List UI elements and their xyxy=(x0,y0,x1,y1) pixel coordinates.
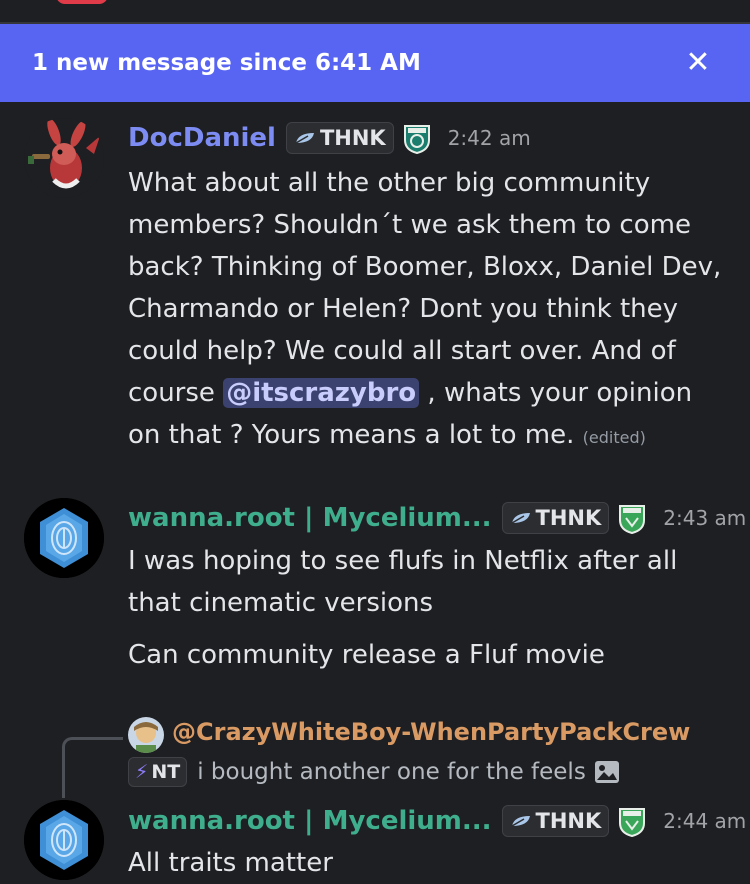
image-icon xyxy=(594,761,619,783)
message-text: What about all the other big community m… xyxy=(128,168,722,408)
leaf-icon xyxy=(511,816,530,827)
guild-tag[interactable]: THNK xyxy=(501,805,610,837)
shield-badge-icon[interactable] xyxy=(617,805,647,837)
reply-preview[interactable]: ⚡ NT i bought another one for the feels xyxy=(128,757,620,787)
message-body: I was hoping to see flufs in Netflix aft… xyxy=(128,546,678,618)
timestamp: 2:42 am xyxy=(447,126,531,150)
message-header: wanna.root | Mycelium... THNK 2:44 am xyxy=(128,805,746,837)
message-body: What about all the other big community m… xyxy=(128,162,728,459)
avatar[interactable] xyxy=(24,118,104,198)
reply-avatar[interactable] xyxy=(128,717,164,753)
new-messages-banner[interactable]: 1 new message since 6:41 AM ✕ xyxy=(0,24,750,102)
close-icon[interactable]: ✕ xyxy=(678,48,718,78)
guild-tag-label: THNK xyxy=(535,809,602,833)
avatar[interactable] xyxy=(24,800,104,880)
user-mention[interactable]: @itscrazybro xyxy=(223,378,420,408)
reply-text: i bought another one for the feels xyxy=(197,759,586,785)
guild-tag[interactable]: THNK xyxy=(501,502,610,534)
message-body: Can community release a Fluf movie xyxy=(128,640,605,670)
guild-tag[interactable]: ⚡ NT xyxy=(128,757,188,787)
new-messages-text: 1 new message since 6:41 AM xyxy=(32,50,421,76)
leaf-icon xyxy=(295,133,314,144)
guild-tag-label: THNK xyxy=(535,506,602,530)
reply-author[interactable]: @CrazyWhiteBoy-WhenPartyPackCrew xyxy=(172,718,690,746)
author-name[interactable]: DocDaniel xyxy=(128,123,276,153)
shield-badge-icon[interactable] xyxy=(617,502,647,534)
message-body: All traits matter xyxy=(128,848,333,878)
leaf-icon xyxy=(511,513,530,524)
timestamp: 2:44 am xyxy=(663,809,747,833)
top-strip xyxy=(0,0,750,24)
guild-tag-label: NT xyxy=(151,761,181,783)
guild-tag[interactable]: THNK xyxy=(285,122,394,154)
author-name[interactable]: wanna.root | Mycelium... xyxy=(128,806,492,836)
reply-connector xyxy=(62,737,123,798)
shield-badge-icon[interactable] xyxy=(402,122,432,154)
message-header: wanna.root | Mycelium... THNK 2:43 am xyxy=(128,502,746,534)
lightning-icon: ⚡ xyxy=(135,761,149,783)
timestamp: 2:43 am xyxy=(663,506,747,530)
edited-label: (edited) xyxy=(582,428,646,447)
guild-tag-label: THNK xyxy=(319,126,386,150)
message-header: DocDaniel THNK 2:42 am xyxy=(128,122,531,154)
notification-pill[interactable] xyxy=(56,0,108,4)
author-name[interactable]: wanna.root | Mycelium... xyxy=(128,503,492,533)
avatar[interactable] xyxy=(24,498,104,578)
